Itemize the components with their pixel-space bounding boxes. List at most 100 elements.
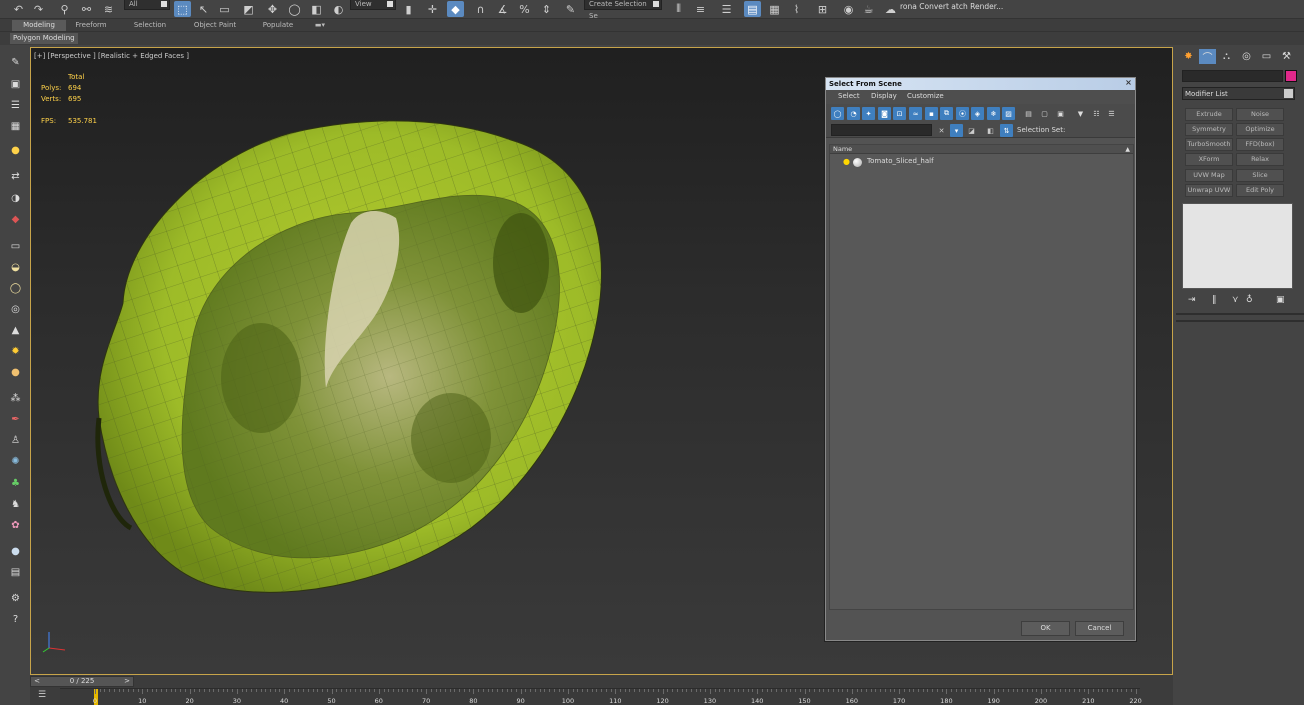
biped-icon[interactable]: ♞ — [8, 497, 23, 511]
modifier-symmetry-button[interactable]: Symmetry — [1185, 123, 1233, 136]
window-crossing-icon[interactable]: ◩ — [240, 1, 257, 17]
angle-snap-icon[interactable]: ∡ — [494, 1, 511, 17]
dialog-title-bar[interactable]: Select From Scene × — [826, 78, 1135, 90]
array-icon[interactable]: ⁂ — [8, 391, 23, 405]
modifier-turbosmooth-button[interactable]: TurboSmooth — [1185, 138, 1233, 151]
modifier-stack[interactable] — [1182, 203, 1293, 289]
modifier-edit-poly-button[interactable]: Edit Poly — [1236, 184, 1284, 197]
redo-icon[interactable]: ↷ — [30, 1, 47, 17]
display-lights-icon[interactable]: ✦ — [862, 107, 875, 120]
keyboard-shortcut-override-icon[interactable]: ◆ — [447, 1, 464, 17]
spinner-snap-icon[interactable]: ⇕ — [538, 1, 555, 17]
link-icon[interactable]: ⚲ — [56, 1, 73, 17]
utilities-tab-icon[interactable]: ⚒ — [1278, 49, 1295, 64]
modifier-optimize-button[interactable]: Optimize — [1236, 123, 1284, 136]
selection-filter-dropdown[interactable]: All — [124, 0, 170, 10]
percent-snap-icon[interactable]: % — [516, 1, 533, 17]
select-object-icon[interactable]: ⬚ — [174, 1, 191, 17]
object-name-field[interactable] — [1182, 70, 1283, 82]
previous-frame-icon[interactable]: < — [32, 677, 42, 686]
menu-customize[interactable]: Customize — [907, 92, 944, 100]
render-setup-icon[interactable]: ☕ — [860, 1, 877, 17]
display-xrefs-icon[interactable]: ⧉ — [940, 107, 953, 120]
cancel-button[interactable]: Cancel — [1075, 621, 1124, 636]
columns-icon[interactable]: ☰ — [1105, 107, 1118, 120]
align-icon[interactable]: ≡ — [692, 1, 709, 17]
timeline-track[interactable]: 0 10 20 30 40 50 60 70 80 90 100 110 120 130 140 150 160… — [60, 688, 1142, 705]
schematic-view-icon[interactable]: ⊞ — [814, 1, 831, 17]
render-plugin-label[interactable]: rona Convert atch Render... — [900, 1, 1003, 13]
settings-icon[interactable]: ⚙ — [8, 591, 23, 605]
move-icon[interactable]: ✥ — [264, 1, 281, 17]
hierarchy-tab-icon[interactable]: ⛬ — [1218, 49, 1235, 64]
graphite-toolbar-icon[interactable]: ▦ — [766, 1, 783, 17]
rotate-object-icon[interactable]: ◑ — [8, 191, 23, 205]
brush-icon[interactable]: ✒ — [8, 412, 23, 426]
geosphere-icon[interactable]: ● — [8, 365, 23, 379]
object-color-swatch[interactable] — [1285, 70, 1297, 82]
list-item[interactable]: ● Tomato_Sliced_half — [830, 156, 1133, 168]
layer-explorer-icon[interactable]: ▤ — [744, 1, 761, 17]
object-name[interactable]: Tomato_Sliced_half — [867, 157, 934, 165]
display-bones-icon[interactable]: ⦿ — [956, 107, 969, 120]
toggle-scene-explorer-icon[interactable]: ☰ — [718, 1, 735, 17]
sun-icon[interactable]: ✹ — [8, 344, 23, 358]
select-children-icon[interactable]: ▾ — [950, 124, 963, 137]
display-spacewarps-icon[interactable]: ≈ — [909, 107, 922, 120]
close-icon[interactable]: × — [1124, 79, 1133, 88]
unlink-icon[interactable]: ⚯ — [78, 1, 95, 17]
rotate-icon[interactable]: ◯ — [286, 1, 303, 17]
pin-stack-icon[interactable]: ⇥ — [1188, 295, 1196, 305]
modifier-unwrap-uvw-button[interactable]: Unwrap UVW — [1185, 184, 1233, 197]
pivot-center-icon[interactable]: ▮ — [400, 1, 417, 17]
display-containers-icon[interactable]: ◈ — [971, 107, 984, 120]
scale-icon[interactable]: ◧ — [308, 1, 325, 17]
modifier-relax-button[interactable]: Relax — [1236, 153, 1284, 166]
list-icon[interactable]: ☰ — [8, 98, 23, 112]
motion-tab-icon[interactable]: ◎ — [1238, 49, 1255, 64]
menu-display[interactable]: Display — [871, 92, 897, 100]
transform-icon[interactable]: ⇄ — [8, 169, 23, 183]
cylinder-icon[interactable]: ◒ — [8, 260, 23, 274]
display-none-icon[interactable]: ▢ — [1038, 107, 1051, 120]
display-groups-icon[interactable]: ▪ — [925, 107, 938, 120]
modifier-extrude-button[interactable]: Extrude — [1185, 108, 1233, 121]
cone-icon[interactable]: ▲ — [8, 323, 23, 337]
help-icon[interactable]: ? — [8, 612, 23, 626]
display-all-icon[interactable]: ▤ — [1022, 107, 1035, 120]
display-tab-icon[interactable]: ▭ — [1258, 49, 1275, 64]
box-icon[interactable]: ▭ — [8, 239, 23, 253]
create-tab-icon[interactable]: ✸ — [1180, 49, 1197, 64]
undo-icon[interactable]: ↶ — [10, 1, 27, 17]
light-bulb-icon[interactable]: ● — [843, 157, 850, 166]
tab-populate[interactable]: Populate — [254, 20, 302, 31]
polygon-modeling-panel[interactable]: Polygon Modeling — [10, 33, 78, 44]
curve-editor-icon[interactable]: ⌇ — [788, 1, 805, 17]
display-cameras-icon[interactable]: ◙ — [878, 107, 891, 120]
grid-icon[interactable]: ▦ — [8, 119, 23, 133]
modifier-list-dropdown[interactable]: Modifier List — [1182, 87, 1295, 100]
bind-space-warp-icon[interactable]: ≋ — [100, 1, 117, 17]
modifier-ffd-box-button[interactable]: FFD(box) — [1236, 138, 1284, 151]
display-geometry-icon[interactable]: ◯ — [831, 107, 844, 120]
modifier-noise-button[interactable]: Noise — [1236, 108, 1284, 121]
time-slider[interactable]: < 0 / 225 > — [30, 676, 134, 687]
make-unique-icon[interactable]: ⋎ — [1232, 295, 1239, 305]
snaps-toggle-icon[interactable]: ∩ — [472, 1, 489, 17]
ok-button[interactable]: OK — [1021, 621, 1070, 636]
mini-curve-editor-icon[interactable]: ☰ — [38, 690, 52, 702]
tab-modeling[interactable]: Modeling — [12, 20, 66, 31]
network-icon[interactable]: ✺ — [8, 454, 23, 468]
render-frame-icon[interactable]: ☁ — [882, 1, 899, 17]
next-frame-icon[interactable]: > — [122, 677, 132, 686]
tab-selection[interactable]: Selection — [126, 20, 174, 31]
placement-icon[interactable]: ◐ — [330, 1, 347, 17]
show-end-result-icon[interactable]: ‖ — [1212, 295, 1217, 305]
filter-icon[interactable]: ▼ — [1074, 107, 1087, 120]
name-column-header[interactable]: Name ▲ — [830, 145, 1133, 154]
display-frozen-icon[interactable]: ❄ — [987, 107, 1000, 120]
viewport-layout-icon[interactable]: ▣ — [8, 77, 23, 91]
torus-icon[interactable]: ◎ — [8, 302, 23, 316]
configure-modifier-sets-icon[interactable]: ▣ — [1276, 295, 1285, 305]
display-shapes-icon[interactable]: ◔ — [847, 107, 860, 120]
